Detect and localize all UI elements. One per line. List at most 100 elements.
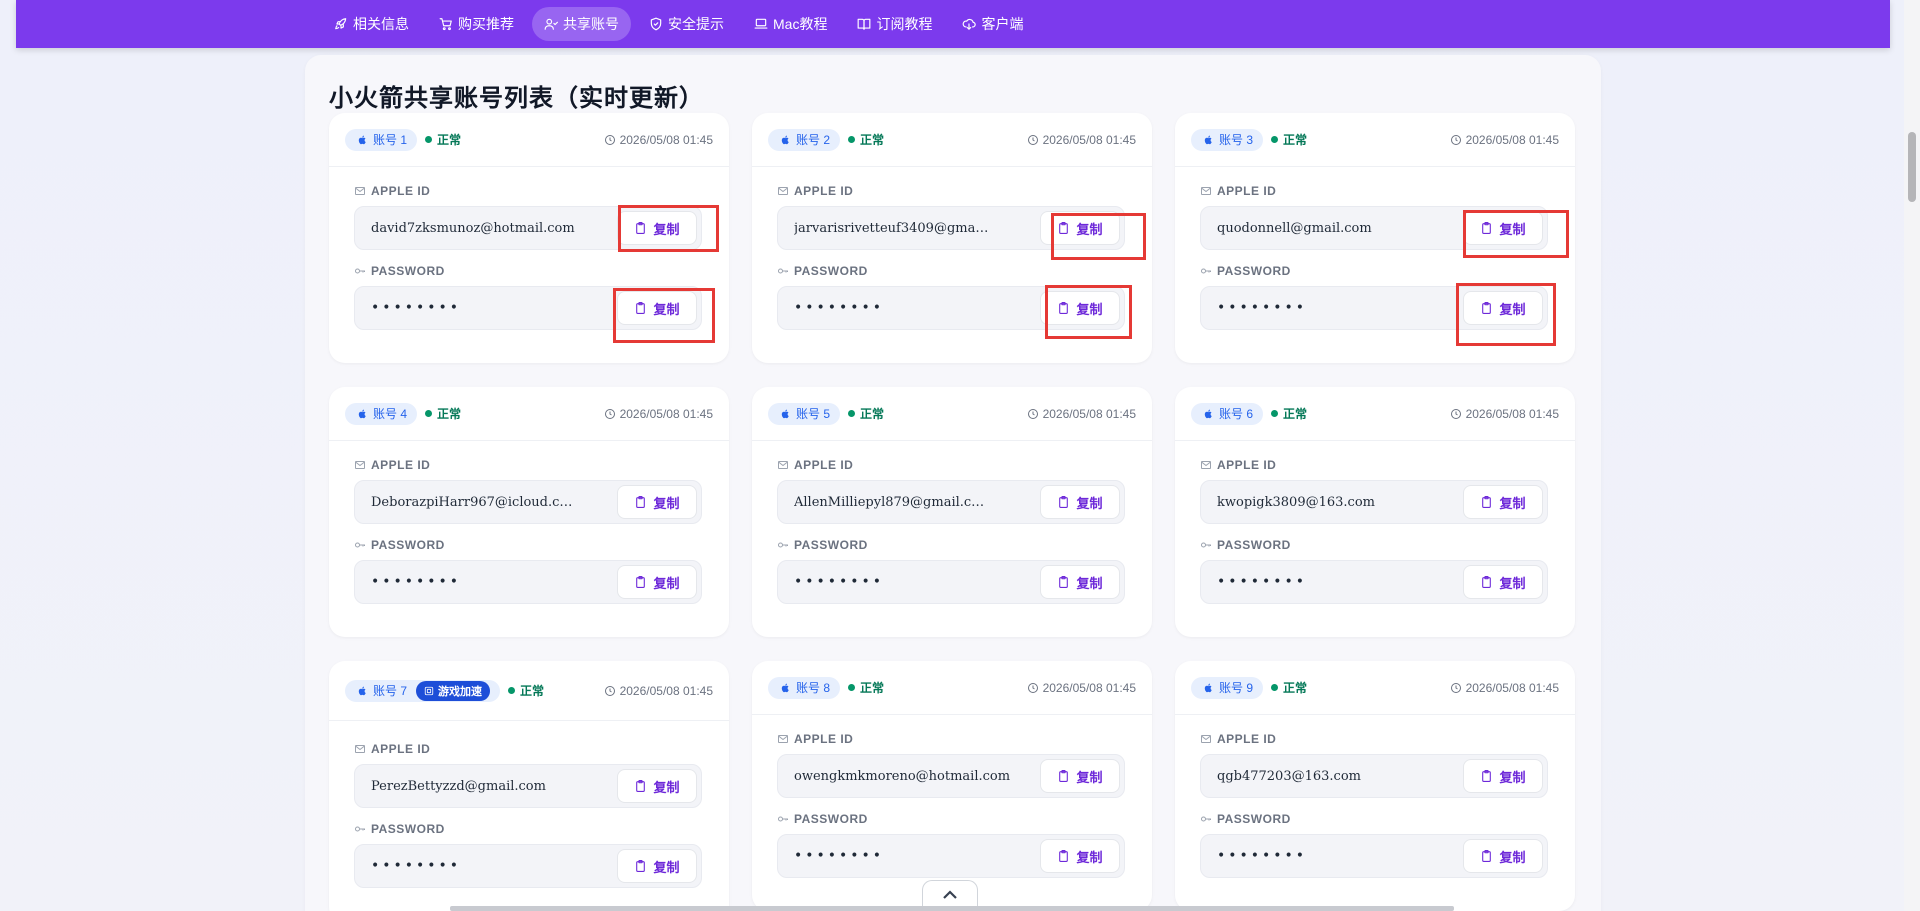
account-number: 账号 1 [373,133,408,147]
apple-id-label: APPLE ID [354,458,729,472]
status-badge: 正常 [1271,405,1307,422]
nav-item-info[interactable]: 相关信息 [322,7,421,41]
card-header: 账号 2 正常 2026/05/08 01:45 [752,113,1152,167]
copy-apple-id-button[interactable]: 复制 [1463,211,1543,245]
download-cloud-icon [963,18,977,30]
game-badge-label: 游戏加速 [438,685,483,698]
clipboard-icon [1482,496,1492,508]
apple-id-value[interactable]: AllenMilliepyl879@gmail.c… [794,495,1034,510]
status-badge: 正常 [848,679,884,696]
copy-password-button[interactable]: 复制 [1040,291,1120,325]
apple-id-label-text: APPLE ID [1217,458,1277,472]
password-label-text: PASSWORD [794,538,868,552]
copy-password-button[interactable]: 复制 [617,565,697,599]
account-card: 账号 6 正常 2026/05/08 01:45 APPLE ID kwopig… [1175,387,1575,637]
apple-id-label: APPLE ID [777,458,1152,472]
copy-apple-id-button[interactable]: 复制 [1040,211,1120,245]
copy-button-label: 复制 [1499,495,1526,511]
password-value[interactable]: •••••••• [1217,300,1457,316]
status-text: 正常 [1283,133,1308,147]
copy-apple-id-button[interactable]: 复制 [1040,485,1120,519]
apple-id-value[interactable]: DeborazpiHarr967@icloud.c… [371,495,611,510]
password-value[interactable]: •••••••• [1217,574,1457,590]
clipboard-icon [1059,770,1069,782]
password-field: •••••••• 复制 [354,560,702,604]
copy-password-button[interactable]: 复制 [617,291,697,325]
scrollbar[interactable] [1904,0,1920,911]
clipboard-icon [1059,850,1069,862]
clipboard-icon [1059,302,1069,314]
apple-id-label-text: APPLE ID [1217,732,1277,746]
apple-id-label-text: APPLE ID [371,458,431,472]
timestamp: 2026/05/08 01:45 [1027,133,1136,147]
account-number: 账号 7 [373,684,408,698]
nav-item-security[interactable]: 安全提示 [637,7,736,41]
apple-id-value[interactable]: jarvarisrivetteuf3409@gma… [794,221,1034,236]
status-text: 正常 [860,133,885,147]
copy-password-button[interactable]: 复制 [617,849,697,883]
nav-item-label: Mac教程 [773,16,828,32]
cart-icon [439,18,452,31]
apple-id-label: APPLE ID [1200,732,1575,746]
password-value[interactable]: •••••••• [794,300,1034,316]
account-card: 账号 2 正常 2026/05/08 01:45 APPLE ID jarvar… [752,113,1152,363]
timestamp-text: 2026/05/08 01:45 [1042,406,1136,421]
copy-button-label: 复制 [1076,301,1103,317]
copy-apple-id-button[interactable]: 复制 [617,211,697,245]
scrollbar-thumb[interactable] [1908,132,1916,202]
key-icon [778,816,788,822]
rocket-icon [335,18,347,30]
apple-id-value[interactable]: kwopigk3809@163.com [1217,495,1457,510]
password-value[interactable]: •••••••• [1217,848,1457,864]
apple-id-value[interactable]: qgb477203@163.com [1217,769,1457,784]
status-badge: 正常 [425,131,461,148]
copy-password-button[interactable]: 复制 [1463,565,1543,599]
apple-id-value[interactable]: PerezBettyzzd@gmail.com [371,779,611,794]
apple-id-label: APPLE ID [777,732,1152,746]
copy-apple-id-button[interactable]: 复制 [617,769,697,803]
timestamp: 2026/05/08 01:45 [1027,407,1136,421]
account-number: 账号 6 [1219,407,1254,421]
password-label: PASSWORD [777,264,1152,278]
password-value[interactable]: •••••••• [371,300,611,316]
password-value[interactable]: •••••••• [794,848,1034,864]
nav-item-client[interactable]: 客户端 [950,7,1035,41]
nav-item-buy[interactable]: 购买推荐 [427,7,526,41]
password-value[interactable]: •••••••• [371,858,611,874]
key-icon [355,542,365,548]
mail-icon [1201,187,1211,195]
copy-apple-id-button[interactable]: 复制 [1463,485,1543,519]
nav-item-label: 共享账号 [563,16,619,32]
clock-icon [1450,408,1461,419]
apple-id-value[interactable]: quodonnell@gmail.com [1217,221,1457,236]
status-text: 正常 [437,133,462,147]
nav-item-shared-accounts[interactable]: 共享账号 [532,7,631,41]
bottom-bar [450,906,1454,911]
password-value[interactable]: •••••••• [794,574,1034,590]
account-card: 账号 3 正常 2026/05/08 01:45 APPLE ID quodon… [1175,113,1575,363]
timestamp-text: 2026/05/08 01:45 [1465,406,1559,421]
clipboard-icon [636,302,646,314]
copy-password-button[interactable]: 复制 [1040,565,1120,599]
status-text: 正常 [860,681,885,695]
copy-apple-id-button[interactable]: 复制 [1463,759,1543,793]
nav-item-subscribe-tutorial[interactable]: 订阅教程 [845,7,944,41]
top-nav-bar: 相关信息 购买推荐 共享账号 安全提示 Mac教程 订阅教程 客户端 [16,0,1890,48]
clipboard-icon [1059,576,1069,588]
password-value[interactable]: •••••••• [371,574,611,590]
account-grid: 账号 1 正常 2026/05/08 01:45 APPLE ID david7… [329,113,1575,911]
status-dot [848,684,856,691]
nav-item-mac-tutorial[interactable]: Mac教程 [742,7,839,41]
copy-apple-id-button[interactable]: 复制 [617,485,697,519]
copy-button-label: 复制 [653,495,680,511]
copy-password-button[interactable]: 复制 [1463,839,1543,873]
copy-password-button[interactable]: 复制 [1463,291,1543,325]
apple-id-value[interactable]: owengkmkmoreno@hotmail.com [794,769,1034,784]
copy-password-button[interactable]: 复制 [1040,839,1120,873]
apple-id-value[interactable]: david7zksmunoz@hotmail.com [371,221,611,236]
apple-id-label: APPLE ID [1200,458,1575,472]
scroll-to-top-button[interactable] [922,880,978,908]
account-number: 账号 5 [796,407,831,421]
password-label: PASSWORD [1200,538,1575,552]
copy-apple-id-button[interactable]: 复制 [1040,759,1120,793]
